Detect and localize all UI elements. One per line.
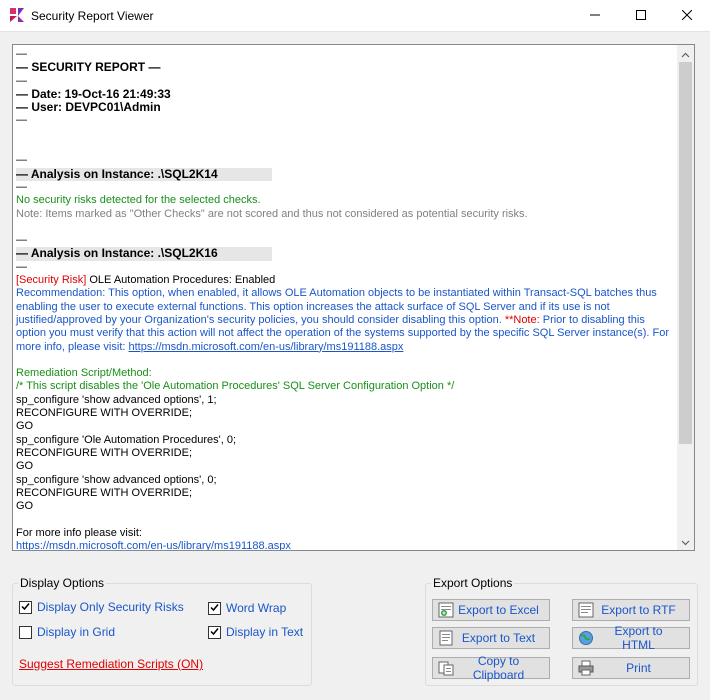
copy-clipboard-label: Copy to Clipboard bbox=[472, 654, 525, 682]
export-text-label: Export to Text bbox=[461, 631, 536, 645]
printer-icon bbox=[578, 660, 594, 676]
chevron-up-icon bbox=[681, 47, 690, 61]
globe-icon bbox=[578, 630, 594, 646]
more-info-text: For more info please visit: bbox=[16, 526, 142, 539]
script-line: RECONFIGURE WITH OVERRIDE; bbox=[16, 486, 193, 499]
window-title: Security Report Viewer bbox=[31, 9, 154, 23]
minimize-icon bbox=[590, 9, 600, 23]
report-line: — bbox=[16, 154, 27, 167]
display-grid-label: Display in Grid bbox=[37, 625, 116, 639]
scrollbar-thumb[interactable] bbox=[679, 62, 692, 444]
recommendation-text: Recommendation: This option, when enable… bbox=[16, 287, 669, 353]
recommendation-link[interactable]: https://msdn.microsoft.com/en-us/library… bbox=[129, 341, 404, 353]
checkbox-box bbox=[19, 600, 32, 614]
checkbox-box bbox=[208, 625, 221, 639]
close-icon bbox=[681, 9, 693, 23]
maximize-icon bbox=[636, 9, 646, 23]
display-text-label: Display in Text bbox=[226, 625, 304, 639]
title-bar: Security Report Viewer bbox=[0, 0, 710, 32]
script-line: GO bbox=[16, 460, 34, 473]
script-line: sp_configure 'show advanced options', 0; bbox=[16, 473, 217, 486]
report-line: — bbox=[16, 260, 27, 273]
report-line: — bbox=[16, 234, 27, 247]
script-line: GO bbox=[16, 420, 34, 433]
script-line: RECONFIGURE WITH OVERRIDE; bbox=[16, 446, 193, 459]
print-button[interactable]: Print bbox=[572, 657, 690, 679]
security-risk-tag: [Security Risk] bbox=[16, 274, 87, 287]
report-date: — Date: 19-Oct-16 21:49:33 bbox=[16, 86, 171, 101]
export-html-button[interactable]: Export to HTML bbox=[572, 624, 690, 652]
word-wrap-label: Word Wrap bbox=[226, 601, 287, 615]
export-rtf-label: Export to RTF bbox=[601, 603, 676, 617]
excel-icon bbox=[438, 602, 454, 618]
clipboard-icon bbox=[438, 660, 454, 676]
only-risks-label: Display Only Security Risks bbox=[37, 600, 184, 614]
export-excel-button[interactable]: Export to Excel bbox=[432, 599, 550, 621]
rtf-icon bbox=[578, 602, 594, 618]
report-textbox[interactable]: — — SECURITY REPORT — — — Date: 19-Oct-1… bbox=[12, 44, 695, 551]
security-risk-text: OLE Automation Procedures: Enabled bbox=[86, 274, 276, 287]
checkbox-box bbox=[208, 601, 221, 615]
export-options-legend: Export Options bbox=[433, 576, 513, 590]
checkmark-icon bbox=[210, 625, 219, 639]
copy-clipboard-button[interactable]: Copy to Clipboard bbox=[432, 654, 550, 682]
chevron-down-icon bbox=[681, 535, 690, 549]
display-text-checkbox[interactable]: Display in Text bbox=[208, 625, 303, 639]
export-excel-label: Export to Excel bbox=[458, 603, 539, 617]
script-line: sp_configure 'Ole Automation Procedures'… bbox=[16, 433, 237, 446]
checkmark-icon bbox=[21, 600, 30, 614]
script-comment: /* This script disables the 'Ole Automat… bbox=[16, 380, 455, 393]
print-label: Print bbox=[626, 661, 651, 675]
word-wrap-checkbox[interactable]: Word Wrap bbox=[208, 601, 286, 615]
more-info-link[interactable]: https://msdn.microsoft.com/en-us/library… bbox=[16, 540, 291, 550]
export-rtf-button[interactable]: Export to RTF bbox=[572, 599, 690, 621]
report-line: — bbox=[16, 48, 27, 60]
maximize-button[interactable] bbox=[618, 0, 664, 31]
minimize-button[interactable] bbox=[572, 0, 618, 31]
report-user: — User: DEVPC01\Admin bbox=[16, 100, 161, 115]
remediation-title: Remediation Script/Method: bbox=[16, 367, 152, 380]
analysis-heading-sql2k16: — Analysis on Instance: .\SQL2K16 bbox=[16, 247, 272, 261]
app-logo-icon bbox=[9, 7, 25, 23]
display-grid-checkbox[interactable]: Display in Grid bbox=[19, 625, 115, 639]
only-risks-checkbox[interactable]: Display Only Security Risks bbox=[19, 600, 184, 614]
close-button[interactable] bbox=[664, 0, 710, 31]
text-file-icon bbox=[438, 630, 454, 646]
report-header: — SECURITY REPORT — bbox=[16, 60, 161, 75]
export-text-button[interactable]: Export to Text bbox=[432, 627, 550, 649]
script-line: RECONFIGURE WITH OVERRIDE; bbox=[16, 407, 193, 420]
suggest-remediation-link[interactable]: Suggest Remediation Scripts (ON) bbox=[19, 657, 203, 671]
report-content: — — SECURITY REPORT — — — Date: 19-Oct-1… bbox=[16, 48, 676, 550]
scroll-up-button[interactable] bbox=[677, 45, 694, 62]
analysis-heading-sql2k14: — Analysis on Instance: .\SQL2K14 bbox=[16, 167, 272, 181]
display-options-legend: Display Options bbox=[20, 576, 105, 590]
checkmark-icon bbox=[210, 601, 219, 615]
report-line: — bbox=[16, 114, 27, 127]
other-checks-note: Note: Items marked as "Other Checks" are… bbox=[16, 207, 528, 220]
scroll-down-button[interactable] bbox=[677, 533, 694, 550]
report-line: — bbox=[16, 180, 27, 193]
note-tag: **Note: bbox=[504, 313, 540, 326]
export-html-label: Export to HTML bbox=[614, 624, 663, 652]
script-line: GO bbox=[16, 500, 34, 513]
report-line: — bbox=[16, 74, 27, 87]
vertical-scrollbar[interactable] bbox=[677, 45, 694, 550]
script-line: sp_configure 'show advanced options', 1; bbox=[16, 393, 217, 406]
checkbox-box bbox=[19, 625, 32, 639]
no-risks-message: No security risks detected for the selec… bbox=[16, 194, 261, 207]
